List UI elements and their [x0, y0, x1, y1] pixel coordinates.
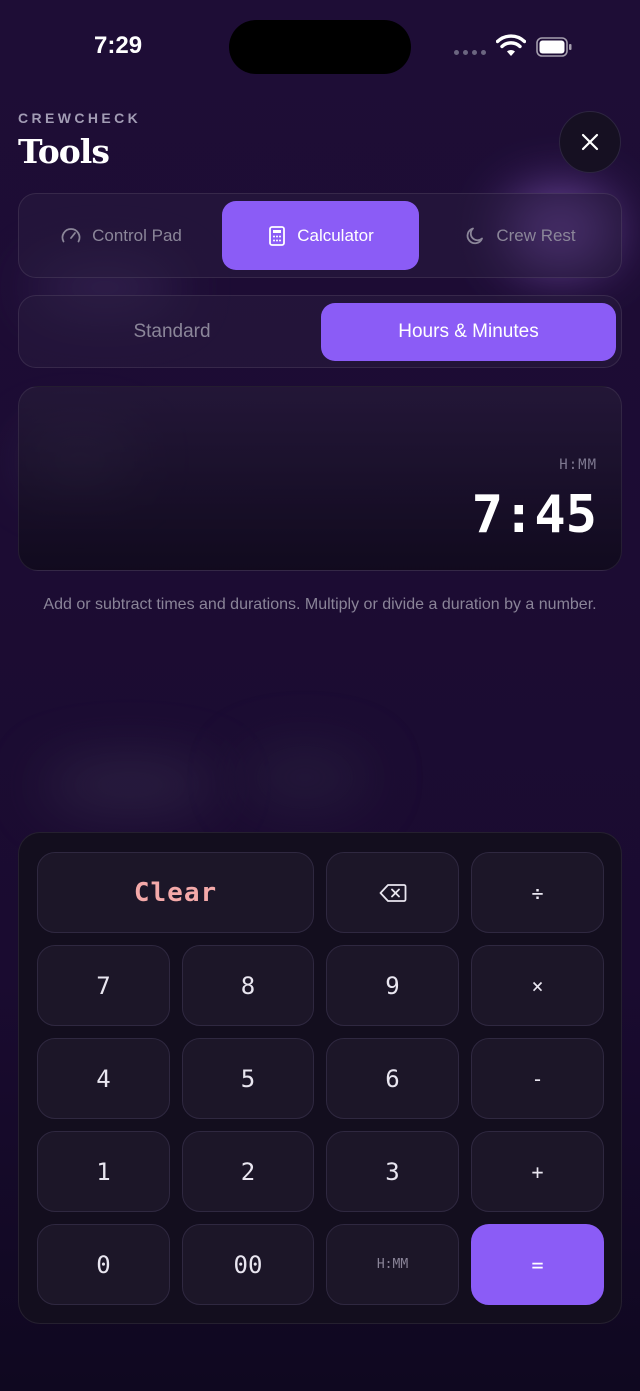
hmm-separator-button[interactable]: H:MM [326, 1224, 459, 1305]
tab-crew-rest[interactable]: Crew Rest [422, 201, 618, 270]
key-6[interactable]: 6 [326, 1038, 459, 1119]
gauge-icon [61, 227, 81, 242]
key-2[interactable]: 2 [182, 1131, 314, 1212]
key-8[interactable]: 8 [182, 945, 314, 1026]
key-3[interactable]: 3 [326, 1131, 459, 1212]
key-9[interactable]: 9 [326, 945, 459, 1026]
moon-icon [467, 227, 484, 244]
key-7[interactable]: 7 [37, 945, 170, 1026]
minus-button[interactable]: - [471, 1038, 604, 1119]
dynamic-island [229, 20, 411, 74]
calculator-mode-bar: Standard Hours & Minutes [18, 295, 622, 368]
calculator-icon [269, 225, 286, 246]
divide-button[interactable]: ÷ [471, 852, 604, 933]
close-button[interactable] [559, 111, 621, 173]
display-format-label: H:MM [559, 457, 597, 473]
tab-control-pad[interactable]: Control Pad [23, 201, 219, 270]
tab-label: Crew Rest [496, 225, 576, 245]
tab-label: Hours & Minutes [398, 321, 539, 342]
app-brand: CREWCHECK [18, 110, 142, 126]
tab-label: Calculator [297, 225, 374, 245]
key-0[interactable]: 0 [37, 1224, 170, 1305]
tab-label: Control Pad [92, 225, 182, 245]
help-text: Add or subtract times and durations. Mul… [43, 596, 597, 613]
clear-button[interactable]: Clear [37, 852, 314, 933]
tab-label: Standard [133, 321, 211, 342]
multiply-button[interactable]: × [471, 945, 604, 1026]
display-value: 7:45 [471, 485, 597, 545]
backspace-button[interactable] [326, 852, 459, 933]
calculator-display: H:MM 7:45 [18, 386, 622, 571]
key-4[interactable]: 4 [37, 1038, 170, 1119]
close-icon [581, 133, 599, 151]
tools-tab-bar: Control Pad Calculator Crew Rest [18, 193, 622, 278]
wifi-icon [496, 34, 526, 56]
equals-button[interactable]: = [471, 1224, 604, 1305]
tab-standard[interactable]: Standard [23, 303, 321, 361]
key-5[interactable]: 5 [182, 1038, 314, 1119]
key-00[interactable]: 00 [182, 1224, 314, 1305]
keypad: Clear ÷ 7 8 9 × 4 5 6 - 1 2 3 + 0 00 H:M… [18, 832, 622, 1324]
cellular-signal-icon [454, 50, 486, 55]
plus-button[interactable]: + [471, 1131, 604, 1212]
tab-calculator[interactable]: Calculator [222, 201, 419, 270]
tab-hours-minutes[interactable]: Hours & Minutes [321, 303, 616, 361]
page-title: Tools [18, 132, 110, 171]
key-1[interactable]: 1 [37, 1131, 170, 1212]
battery-icon [536, 37, 572, 57]
status-time: 7:29 [94, 32, 143, 59]
backspace-icon [379, 883, 406, 902]
